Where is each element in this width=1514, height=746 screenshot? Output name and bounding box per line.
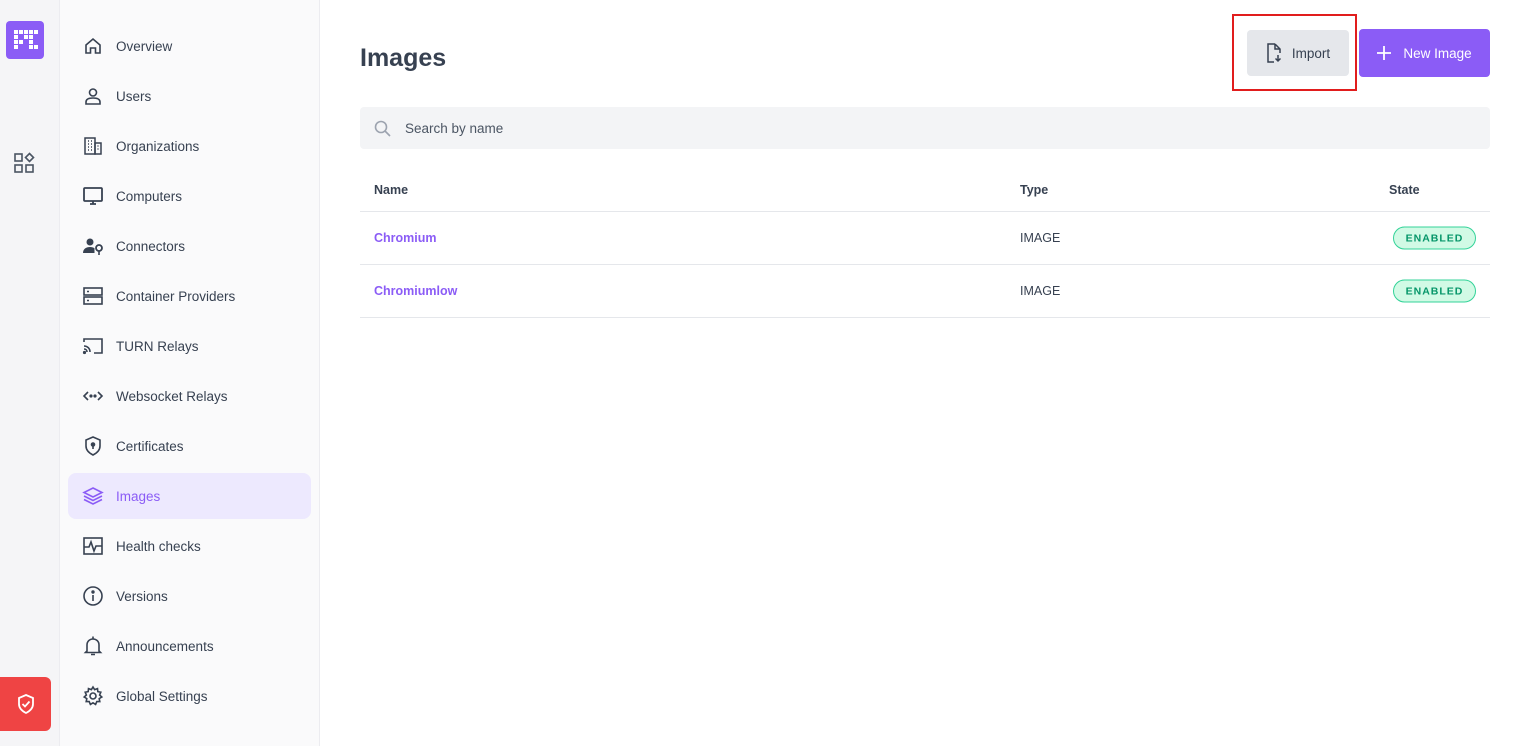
- sidebar-item-organizations[interactable]: Organizations: [68, 123, 311, 169]
- app-logo[interactable]: [6, 21, 44, 59]
- sidebar-item-turn-relays[interactable]: TURN Relays: [68, 323, 311, 369]
- sidebar-item-certificates[interactable]: Certificates: [68, 423, 311, 469]
- import-label: Import: [1291, 45, 1331, 61]
- pulse-icon: [82, 535, 104, 557]
- sidebar-item-computers[interactable]: Computers: [68, 173, 311, 219]
- main-content: Images Import New Image Name Type State …: [320, 0, 1514, 746]
- sidebar-item-announcements[interactable]: Announcements: [68, 623, 311, 669]
- sidebar-item-label: Announcements: [116, 638, 214, 654]
- user-key-icon: [82, 235, 104, 257]
- column-header-name[interactable]: Name: [374, 183, 408, 197]
- bell-icon: [82, 635, 104, 657]
- search-bar: [360, 107, 1490, 149]
- sidebar-nav: Overview Users Organizations Computers C…: [60, 0, 320, 746]
- images-table: Name Type State Chromium IMAGE ENABLED C…: [360, 168, 1490, 318]
- sidebar-item-container-providers[interactable]: Container Providers: [68, 273, 311, 319]
- page-title: Images: [360, 44, 447, 72]
- shield-icon: [82, 435, 104, 457]
- image-name-link[interactable]: Chromium: [374, 231, 437, 245]
- search-input[interactable]: [405, 120, 1490, 136]
- sidebar-item-health-checks[interactable]: Health checks: [68, 523, 311, 569]
- file-import-icon: [1266, 43, 1282, 63]
- building-icon: [82, 135, 104, 157]
- table-header: Name Type State: [360, 168, 1490, 212]
- status-badge: ENABLED: [1393, 226, 1476, 250]
- sidebar-item-websocket-relays[interactable]: Websocket Relays: [68, 373, 311, 419]
- column-header-state[interactable]: State: [1389, 183, 1420, 197]
- sidebar-item-label: Versions: [116, 588, 168, 604]
- sidebar-item-versions[interactable]: Versions: [68, 573, 311, 619]
- table-row: Chromiumlow IMAGE ENABLED: [360, 265, 1490, 318]
- table-row: Chromium IMAGE ENABLED: [360, 212, 1490, 265]
- server-icon: [82, 285, 104, 307]
- search-icon: [374, 120, 391, 137]
- sidebar-item-label: Images: [116, 488, 161, 504]
- sidebar-item-label: Global Settings: [116, 688, 208, 704]
- shield-check-icon: [17, 694, 34, 715]
- image-type: IMAGE: [1020, 231, 1061, 245]
- gear-icon: [82, 685, 104, 707]
- sidebar-item-label: TURN Relays: [116, 338, 199, 354]
- status-badge: ENABLED: [1393, 279, 1476, 303]
- info-icon: [82, 585, 104, 607]
- user-icon: [82, 85, 104, 107]
- sidebar-item-overview[interactable]: Overview: [68, 23, 311, 69]
- import-button[interactable]: Import: [1247, 30, 1349, 76]
- sidebar-item-global-settings[interactable]: Global Settings: [68, 673, 311, 719]
- app-rail: [0, 0, 60, 746]
- home-icon: [82, 35, 104, 57]
- apps-icon[interactable]: [13, 152, 35, 174]
- sidebar-item-label: Users: [116, 88, 152, 104]
- code-icon: [82, 385, 104, 407]
- sidebar-item-label: Certificates: [116, 438, 184, 454]
- layers-icon: [82, 485, 104, 507]
- sidebar-item-users[interactable]: Users: [68, 73, 311, 119]
- sidebar-item-label: Overview: [116, 38, 173, 54]
- sidebar-item-images[interactable]: Images: [68, 473, 311, 519]
- new-image-button[interactable]: New Image: [1359, 29, 1490, 77]
- new-image-label: New Image: [1403, 45, 1472, 61]
- sidebar-item-label: Container Providers: [116, 288, 236, 304]
- sidebar-item-label: Connectors: [116, 238, 186, 254]
- sidebar-item-connectors[interactable]: Connectors: [68, 223, 311, 269]
- image-name-link[interactable]: Chromiumlow: [374, 284, 457, 298]
- sidebar-item-label: Health checks: [116, 538, 201, 554]
- sidebar-item-label: Computers: [116, 188, 183, 204]
- sidebar-item-label: Organizations: [116, 138, 200, 154]
- column-header-type[interactable]: Type: [1020, 183, 1048, 197]
- sidebar-item-label: Websocket Relays: [116, 388, 228, 404]
- plus-icon: [1377, 46, 1392, 60]
- monitor-icon: [82, 185, 104, 207]
- security-shield-button[interactable]: [0, 677, 51, 731]
- image-type: IMAGE: [1020, 284, 1061, 298]
- cast-icon: [82, 335, 104, 357]
